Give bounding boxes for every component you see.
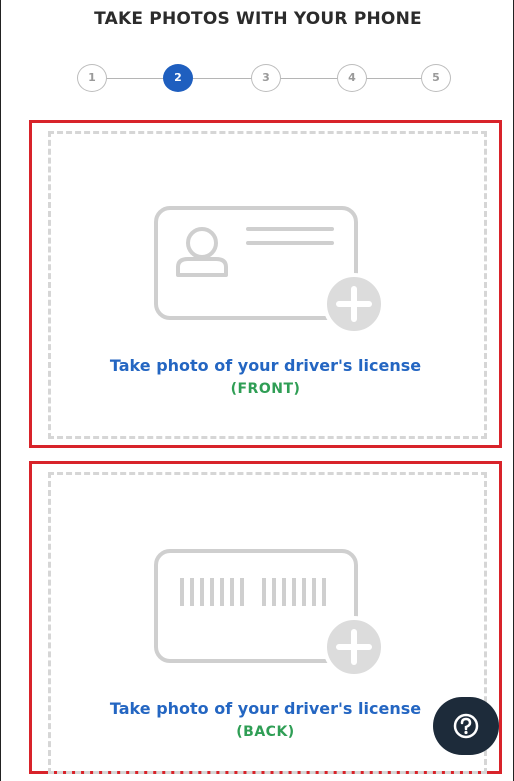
page-title: TAKE PHOTOS WITH YOUR PHONE — [94, 9, 422, 29]
front-photo-label: Take photo of your driver's license — [109, 356, 422, 375]
step-2: 2 — [163, 64, 193, 92]
step-4: 4 — [337, 64, 367, 92]
license-front-upload[interactable]: Take photo of your driver's license (FRO… — [29, 120, 502, 448]
license-back-upload[interactable]: Take photo of your driver's license (BAC… — [29, 461, 502, 774]
front-side-label: (FRONT) — [230, 381, 301, 397]
barcode-card-add-icon — [154, 549, 385, 676]
step-3: 3 — [251, 64, 281, 92]
step-1: 1 — [77, 64, 107, 92]
help-button[interactable] — [433, 697, 499, 755]
back-photo-label: Take photo of your driver's license — [109, 699, 422, 718]
progress-stepper: 1 2 3 4 5 — [1, 62, 514, 94]
id-card-add-icon — [154, 206, 385, 333]
question-mark-icon — [453, 713, 479, 739]
phone-screen: TAKE PHOTOS WITH YOUR PHONE 1 2 3 4 5 Ta… — [0, 0, 514, 781]
step-5: 5 — [421, 64, 451, 92]
back-side-label: (BACK) — [236, 724, 295, 740]
